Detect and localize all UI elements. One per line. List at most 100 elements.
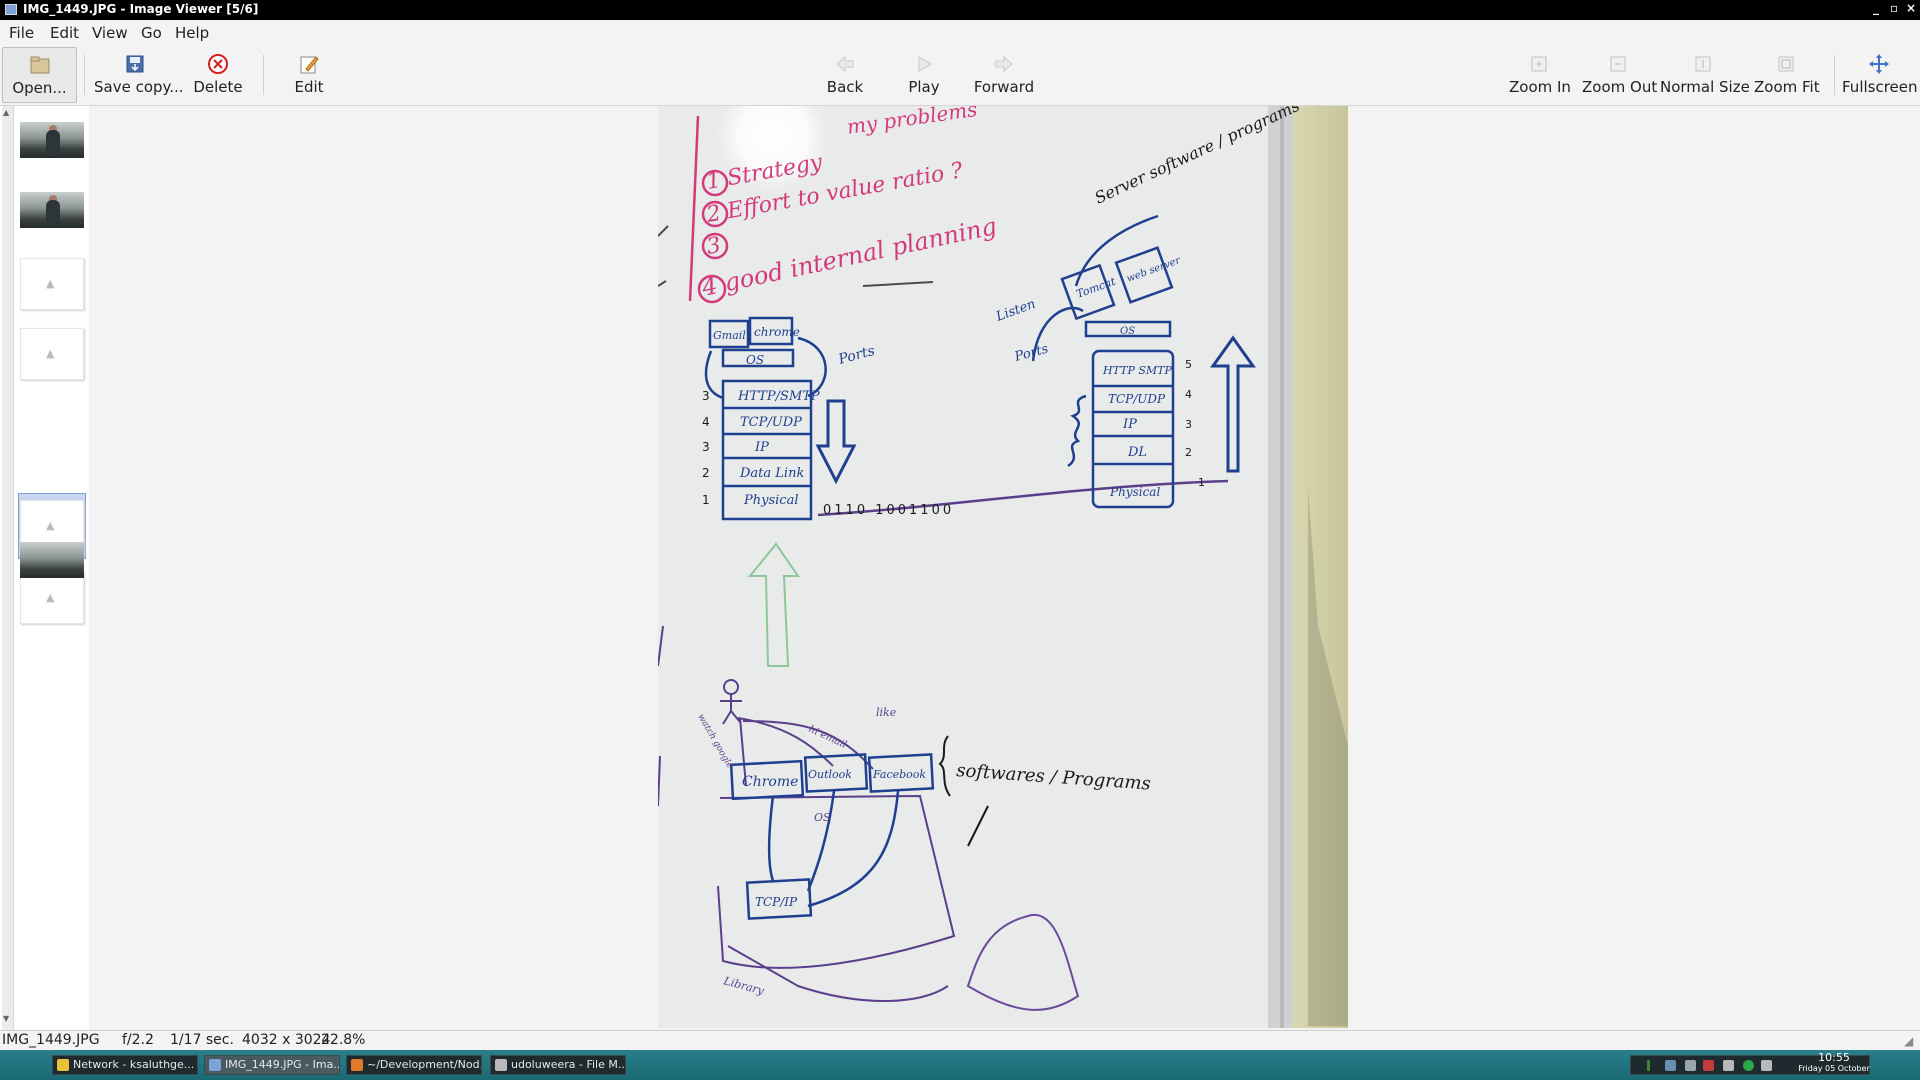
folder-icon [29,54,51,76]
menu-file[interactable]: File [9,24,34,42]
maximize-button[interactable]: ▫ [1890,1,1898,15]
forward-label: Forward [973,78,1035,96]
wb-bottom-app-3: Facebook [872,768,926,781]
resize-grip-icon[interactable]: ◢ [1904,1034,1913,1048]
task-label: udoluweera - File M... [511,1058,626,1071]
zoom-fit-button[interactable]: Zoom Fit [1754,47,1820,103]
wb-client-app-1: Gmail [713,329,746,342]
delete-label: Delete [193,78,243,96]
title-bar: IMG_1449.JPG - Image Viewer [5/6] _ ▫ × [0,0,1920,20]
wb-server-layer-3: IP [1122,417,1137,432]
delete-button[interactable]: Delete [190,47,246,103]
thumbnail-scrollbar[interactable]: ▲ ▼ [2,106,14,1030]
clock-date: Friday 05 October [1798,1064,1870,1073]
wb-server-layer-5: Physical [1109,485,1160,499]
warning-icon: ▲ [46,591,55,604]
clock[interactable]: 10:55 Friday 05 October [1786,1052,1882,1074]
open-label: Open... [12,79,67,97]
zoom-out-button[interactable]: Zoom Out [1582,47,1657,103]
task-label: ~/Development/Nod... [367,1058,482,1071]
menu-view[interactable]: View [92,24,128,42]
scroll-up-arrow-icon[interactable]: ▲ [3,108,9,117]
wb-bottom-arrow-2: like [876,706,897,719]
thumbnail-image[interactable] [20,192,84,228]
normal-size-button[interactable]: Normal Size [1660,47,1750,103]
clock-time: 10:55 [1818,1051,1850,1064]
volume-icon[interactable] [1761,1060,1772,1071]
status-filename: IMG_1449.JPG [2,1032,100,1048]
whiteboard-photo[interactable]: my problems 1 Strategy 2 Effort to value… [658,106,1348,1028]
image-viewer-icon [209,1059,221,1071]
status-bar: IMG_1449.JPG f/2.2 1/17 sec. 4032 x 3024… [0,1030,1920,1051]
sync-icon[interactable] [1743,1060,1754,1071]
edit-pencil-icon [298,53,320,75]
edit-label: Edit [294,78,324,96]
chrome-icon [57,1059,69,1071]
wb-bottom-app-2: Outlook [808,768,852,781]
task-image-viewer[interactable]: IMG_1449.JPG - Ima... [204,1055,340,1075]
status-zoom: 22.8% [321,1032,366,1048]
wb-client-num-3: 3 [702,440,710,454]
normal-size-icon [1692,53,1714,75]
task-editor[interactable]: ~/Development/Nod... [346,1055,482,1075]
normal-size-label: Normal Size [1660,78,1750,96]
thumbnail-image[interactable]: ▲ [20,572,84,624]
wb-bottom-app-1: Chrome [742,774,798,790]
warning-icon: ▲ [46,519,55,532]
home-folder-icon [495,1059,507,1071]
save-copy-button[interactable]: Save copy... [94,47,184,103]
thumbnail-image[interactable]: ▲ [20,328,84,380]
image-viewer-area[interactable]: my problems 1 Strategy 2 Effort to value… [89,106,1920,1030]
tray-app-icon[interactable] [1703,1060,1714,1071]
clipboard-icon[interactable] [1723,1060,1734,1071]
task-label: IMG_1449.JPG - Ima... [225,1058,340,1071]
task-file-manager[interactable]: udoluweera - File M... [490,1055,626,1075]
zoom-in-button[interactable]: Zoom In [1509,47,1571,103]
wb-client-num-1: 3 [702,389,710,403]
status-aperture: f/2.2 [122,1032,154,1048]
play-label: Play [908,78,940,96]
wb-client-layer-4: Data Link [739,466,804,481]
scroll-down-arrow-icon[interactable]: ▼ [3,1014,9,1023]
image-viewer-app-icon [5,4,17,15]
play-button[interactable]: Play [905,47,943,103]
wb-server-os: OS [1120,326,1135,337]
edit-button[interactable]: Edit [285,47,333,103]
thumbnail-image[interactable]: ▲ [20,258,84,310]
back-arrow-icon [834,53,856,75]
wb-server-num-1: 5 [1185,358,1192,371]
minimize-button[interactable]: _ [1873,1,1879,15]
toolbar-separator [1834,55,1835,95]
menu-bar: File Edit View Go Help [0,20,1920,47]
save-icon [124,53,146,75]
fullscreen-button[interactable]: Fullscreen [1842,47,1918,103]
taskbar: Network - ksaluthge... IMG_1449.JPG - Im… [0,1050,1920,1080]
warning-icon: ▲ [46,277,55,290]
editor-icon [351,1059,363,1071]
toolbar: Open... Save copy... Delete Edit Back Pl… [0,47,1920,106]
wb-client-layer-1: HTTP/SMTP [737,389,820,404]
wb-server-num-4: 2 [1185,446,1192,459]
menu-edit[interactable]: Edit [50,24,79,42]
menu-help[interactable]: Help [175,24,209,42]
task-chrome-network[interactable]: Network - ksaluthge... [52,1055,198,1075]
wb-bottom-os: OS [814,811,831,824]
thumbnail-image[interactable] [20,542,84,578]
wb-server-layer-4: DL [1127,445,1147,460]
fullscreen-arrows-icon [1868,53,1890,75]
back-button[interactable]: Back [822,47,868,103]
task-label: Network - ksaluthge... [73,1058,195,1071]
menu-go[interactable]: Go [141,24,162,42]
tray-app-icon[interactable] [1685,1060,1696,1071]
wb-client-num-2: 4 [702,415,710,429]
wb-client-os: OS [746,353,764,367]
play-icon [913,53,935,75]
open-button[interactable]: Open... [2,47,77,103]
wb-client-num-4: 2 [702,466,710,480]
wb-client-num-5: 1 [702,493,710,507]
forward-button[interactable]: Forward [972,47,1036,103]
thumbnail-image[interactable] [20,122,84,158]
tray-indicator-icon[interactable] [1647,1060,1650,1071]
close-button[interactable]: × [1906,1,1916,15]
network-icon[interactable] [1665,1060,1676,1071]
